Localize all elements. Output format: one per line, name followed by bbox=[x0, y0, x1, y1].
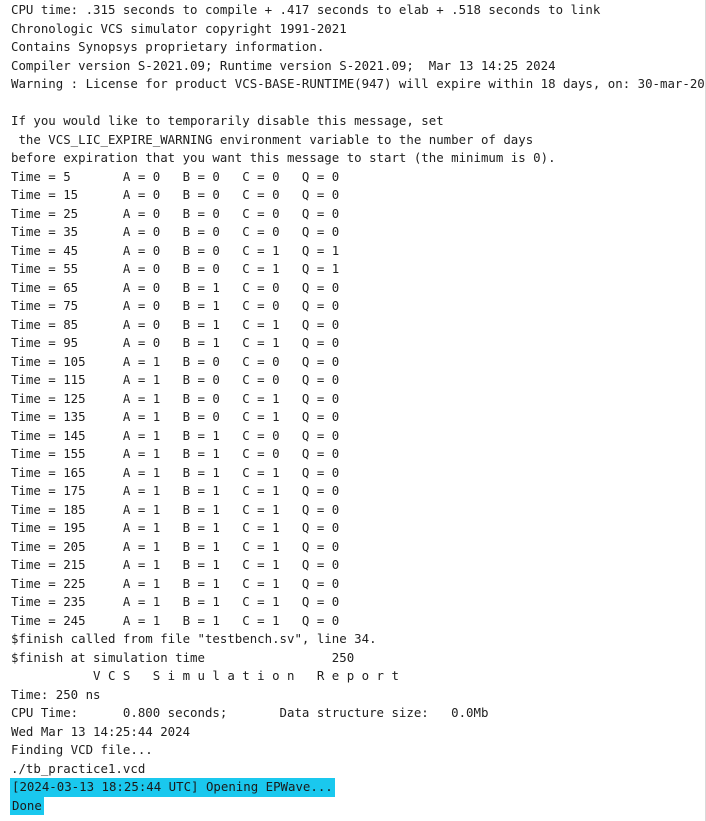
sim-row: Time = 65 A = 0 B = 1 C = 0 Q = 0 bbox=[11, 279, 340, 295]
header-line: If you would like to temporarily disable… bbox=[11, 113, 444, 128]
sim-row: Time = 85 A = 0 B = 1 C = 1 Q = 0 bbox=[11, 316, 340, 332]
sim-row: Time = 5 A = 0 B = 0 C = 0 Q = 0 bbox=[11, 168, 340, 184]
footer-line: ./tb_practice1.vcd bbox=[11, 760, 146, 776]
highlight-text: Done bbox=[10, 796, 44, 815]
sim-row: Time = 45 A = 0 B = 0 C = 1 Q = 1 bbox=[11, 242, 340, 258]
sim-row: Time = 95 A = 0 B = 1 C = 1 Q = 0 bbox=[11, 335, 340, 350]
sim-row: Time = 125 A = 1 B = 0 C = 1 Q = 0 bbox=[11, 390, 340, 406]
sim-row: Time = 235 A = 1 B = 1 C = 1 Q = 0 bbox=[11, 594, 340, 609]
sim-row: Time = 115 A = 1 B = 0 C = 0 Q = 0 bbox=[11, 372, 340, 387]
console-output: CPU time: .315 seconds to compile + .417… bbox=[0, 0, 706, 821]
simulation-table: Time = 5 A = 0 B = 0 C = 0 Q = 0 Time = 1… bbox=[11, 168, 705, 631]
sim-row: Time = 225 A = 1 B = 1 C = 1 Q = 0 bbox=[11, 575, 340, 591]
highlight-line: [2024-03-13 18:25:44 UTC] Opening EPWave… bbox=[10, 778, 705, 797]
header-line: Contains Synopsys proprietary informatio… bbox=[11, 39, 325, 54]
sim-row: Time = 75 A = 0 B = 1 C = 0 Q = 0 bbox=[11, 298, 340, 313]
sim-row: Time = 35 A = 0 B = 0 C = 0 Q = 0 bbox=[11, 224, 340, 239]
header-line: the VCS_LIC_EXPIRE_WARNING environment v… bbox=[11, 131, 534, 147]
console-header: CPU time: .315 seconds to compile + .417… bbox=[11, 1, 705, 168]
sim-row: Time = 135 A = 1 B = 0 C = 1 Q = 0 bbox=[11, 409, 340, 424]
highlighted-status: [2024-03-13 18:25:44 UTC] Opening EPWave… bbox=[10, 778, 705, 815]
sim-row: Time = 165 A = 1 B = 1 C = 1 Q = 0 bbox=[11, 464, 340, 480]
header-line bbox=[11, 94, 705, 113]
sim-row: Time = 145 A = 1 B = 1 C = 0 Q = 0 bbox=[11, 427, 340, 443]
sim-row: Time = 155 A = 1 B = 1 C = 0 Q = 0 bbox=[11, 446, 340, 461]
sim-row: Time = 175 A = 1 B = 1 C = 1 Q = 0 bbox=[11, 483, 340, 498]
sim-row: Time = 185 A = 1 B = 1 C = 1 Q = 0 bbox=[11, 501, 340, 517]
sim-row: Time = 105 A = 1 B = 0 C = 0 Q = 0 bbox=[11, 353, 340, 369]
footer-line: V C S S i m u l a t i o n R e p o r t bbox=[11, 668, 399, 683]
sim-row: Time = 25 A = 0 B = 0 C = 0 Q = 0 bbox=[11, 205, 340, 221]
console-footer: $finish called from file "testbench.sv",… bbox=[11, 630, 705, 778]
sim-row: Time = 205 A = 1 B = 1 C = 1 Q = 0 bbox=[11, 538, 340, 554]
header-line: Chronologic VCS simulator copyright 1991… bbox=[11, 20, 347, 36]
footer-line: $finish called from file "testbench.sv",… bbox=[11, 631, 377, 646]
header-line: Compiler version S-2021.09; Runtime vers… bbox=[11, 57, 556, 73]
footer-line: Finding VCD file... bbox=[11, 742, 153, 757]
header-line: before expiration that you want this mes… bbox=[11, 150, 556, 165]
sim-row: Time = 195 A = 1 B = 1 C = 1 Q = 0 bbox=[11, 520, 340, 535]
highlight-text: [2024-03-13 18:25:44 UTC] Opening EPWave… bbox=[10, 778, 335, 797]
footer-line: Wed Mar 13 14:25:44 2024 bbox=[11, 723, 191, 739]
footer-line: Time: 250 ns bbox=[11, 686, 101, 702]
footer-line: $finish at simulation time 250 bbox=[11, 649, 355, 665]
highlight-line: Done bbox=[10, 796, 705, 815]
sim-row: Time = 55 A = 0 B = 0 C = 1 Q = 1 bbox=[11, 261, 340, 276]
sim-row: Time = 15 A = 0 B = 0 C = 0 Q = 0 bbox=[11, 187, 340, 202]
sim-row: Time = 215 A = 1 B = 1 C = 1 Q = 0 bbox=[11, 557, 340, 572]
sim-row: Time = 245 A = 1 B = 1 C = 1 Q = 0 bbox=[11, 612, 340, 628]
header-line: Warning : License for product VCS-BASE-R… bbox=[11, 76, 706, 91]
header-line: CPU time: .315 seconds to compile + .417… bbox=[11, 2, 601, 17]
footer-line: CPU Time: 0.800 seconds; Data structure … bbox=[11, 705, 489, 720]
